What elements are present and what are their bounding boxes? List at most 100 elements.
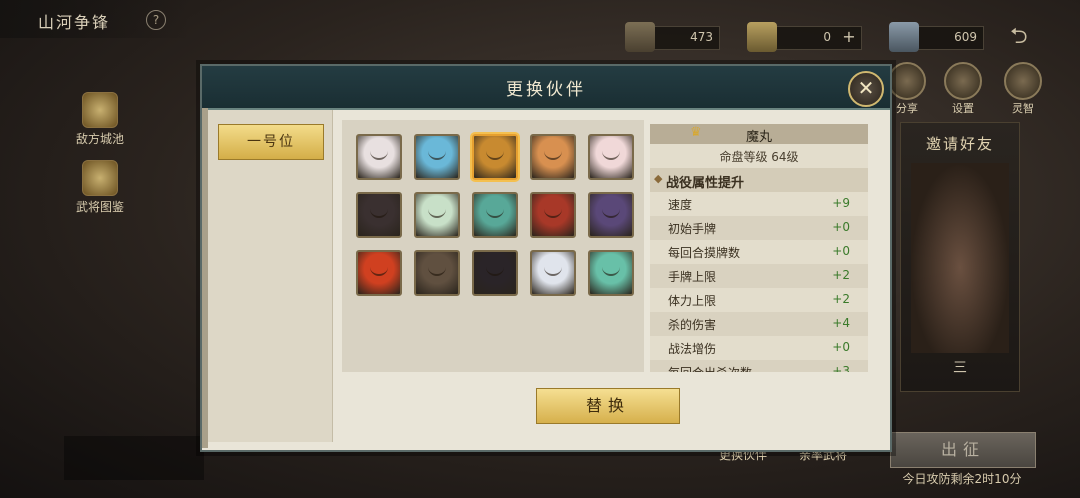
resource-value: 609 (954, 30, 977, 44)
defense-timer: 今日攻防剩余2时10分 (902, 472, 1022, 486)
stat-label: 体力上限 (668, 294, 717, 308)
side-button-label: 武将图鉴 (75, 200, 124, 214)
stat-value: +3 (832, 364, 850, 372)
stat-label: 每回合摸牌数 (668, 246, 741, 260)
face-icon (544, 266, 562, 276)
resource-iron: 609 (889, 22, 984, 52)
swap-partner-dialog: 更换伙伴 ✕ 一号位 ♛ 魔丸 命盘等级 64级 ◆ 战役属性提升 速度 +9 初始… (200, 64, 892, 452)
slot-column: 一号位 (208, 110, 333, 442)
face-icon (486, 150, 504, 160)
stat-row: 初始手牌 +0 (650, 216, 868, 240)
share-button[interactable]: 分享 (888, 62, 926, 116)
stat-value: +0 (832, 340, 850, 354)
stat-section-header: ◆ 战役属性提升 (650, 168, 868, 192)
stat-section-label: 战役属性提升 (666, 176, 745, 191)
stat-row: 速度 +9 (650, 192, 868, 216)
stat-label: 手牌上限 (668, 270, 717, 284)
ration-icon (625, 22, 655, 52)
iron-icon (889, 22, 919, 52)
stat-value: +4 (832, 316, 850, 330)
resource-ration: 473 (625, 22, 720, 52)
stat-label: 战法增伤 (668, 342, 717, 356)
partner-avatar-red-demon[interactable] (356, 250, 402, 296)
resource-value: 473 (690, 30, 713, 44)
stat-value: +2 (832, 268, 850, 282)
share-icon (888, 62, 926, 100)
round-button-label: 设置 (952, 102, 974, 115)
add-gold-button[interactable]: + (839, 28, 859, 46)
general-atlas-button[interactable]: 武将图鉴 (70, 160, 130, 215)
partner-stats-panel: ♛ 魔丸 命盘等级 64级 ◆ 战役属性提升 速度 +9 初始手牌 +0 每回合摸牌数 +… (650, 124, 868, 372)
left-info-strip (64, 436, 204, 480)
resource-value: 0 (823, 30, 831, 44)
face-icon (486, 266, 504, 276)
mask-icon (1004, 62, 1042, 100)
help-icon[interactable]: ? (146, 10, 166, 30)
replace-button[interactable]: 替换 (536, 388, 680, 424)
slot-one-button[interactable]: 一号位 (218, 124, 324, 160)
resource-gold: 0 + (747, 22, 862, 52)
stat-label: 杀的伤害 (668, 318, 717, 332)
stat-label: 速度 (668, 198, 693, 212)
scroll-icon (82, 160, 118, 196)
mode-title: 山河争锋 (38, 13, 111, 32)
partner-avatar-white-wolf[interactable] (530, 250, 576, 296)
gear-icon (944, 62, 982, 100)
face-icon (602, 266, 620, 276)
stat-row: 每回合出杀次数 +3 (650, 360, 868, 372)
partner-avatar-black-cat[interactable] (472, 250, 518, 296)
stat-row: 手牌上限 +2 (650, 264, 868, 288)
partner-avatar-scholar[interactable] (414, 250, 460, 296)
partner-avatar-jade-maiden[interactable] (588, 250, 634, 296)
face-icon (544, 208, 562, 218)
dispatch-button[interactable]: 出征 (890, 432, 1036, 468)
stat-label: 初始手牌 (668, 222, 717, 236)
partner-avatar-brown-dog[interactable] (530, 134, 576, 180)
stat-value: +9 (832, 196, 850, 210)
face-icon (602, 150, 620, 160)
stat-value: +2 (832, 292, 850, 306)
stat-value: +0 (832, 220, 850, 234)
partner-avatar-teal-dragon[interactable] (472, 192, 518, 238)
face-icon (428, 150, 446, 160)
face-icon (370, 266, 388, 276)
warrior-silhouette-art (911, 163, 1009, 353)
face-icon (370, 150, 388, 160)
stat-row: 战法增伤 +0 (650, 336, 868, 360)
gold-ingot-icon (747, 22, 777, 52)
face-icon (602, 208, 620, 218)
stat-row: 杀的伤害 +4 (650, 312, 868, 336)
stat-label: 每回合出杀次数 (668, 364, 752, 372)
round-button-label: 灵智 (1012, 102, 1034, 115)
close-button[interactable]: ✕ (848, 71, 884, 107)
partner-level: 命盘等级 64级 (719, 150, 799, 164)
partner-avatar-white-fox[interactable] (588, 134, 634, 180)
partner-grid (342, 120, 644, 372)
partner-avatar-white-rat[interactable] (356, 134, 402, 180)
settings-button[interactable]: 设置 (944, 62, 982, 116)
invite-friends-panel[interactable]: 邀请好友 三 (900, 122, 1020, 392)
dialog-title: 更换伙伴 (506, 80, 586, 100)
partner-name: 魔丸 (745, 130, 772, 145)
diamond-icon: ◆ (654, 172, 663, 185)
invite-count: 三 (953, 360, 967, 376)
dialog-header: 更换伙伴 ✕ (202, 66, 890, 110)
face-icon (486, 208, 504, 218)
partner-avatar-pale-spirit[interactable] (414, 192, 460, 238)
partner-avatar-purple-beast[interactable] (588, 192, 634, 238)
round-button-label: 分享 (896, 102, 918, 115)
partner-avatar-golden-lion[interactable] (472, 134, 518, 180)
face-icon (428, 266, 446, 276)
enemy-cities-button[interactable]: 敌方城池 (70, 92, 130, 147)
partner-avatar-azure-dragon[interactable] (414, 134, 460, 180)
stat-value: +0 (832, 244, 850, 258)
face-icon (370, 208, 388, 218)
side-button-label: 敌方城池 (75, 132, 124, 146)
invite-title: 邀请好友 (925, 135, 994, 153)
strategy-button[interactable]: 灵智 (1004, 62, 1042, 116)
face-icon (544, 150, 562, 160)
partner-avatar-red-bear[interactable] (530, 192, 576, 238)
partner-avatar-black-ox[interactable] (356, 192, 402, 238)
stat-row: 每回合摸牌数 +0 (650, 240, 868, 264)
back-arrow-icon[interactable]: ⮌ (1010, 26, 1050, 48)
